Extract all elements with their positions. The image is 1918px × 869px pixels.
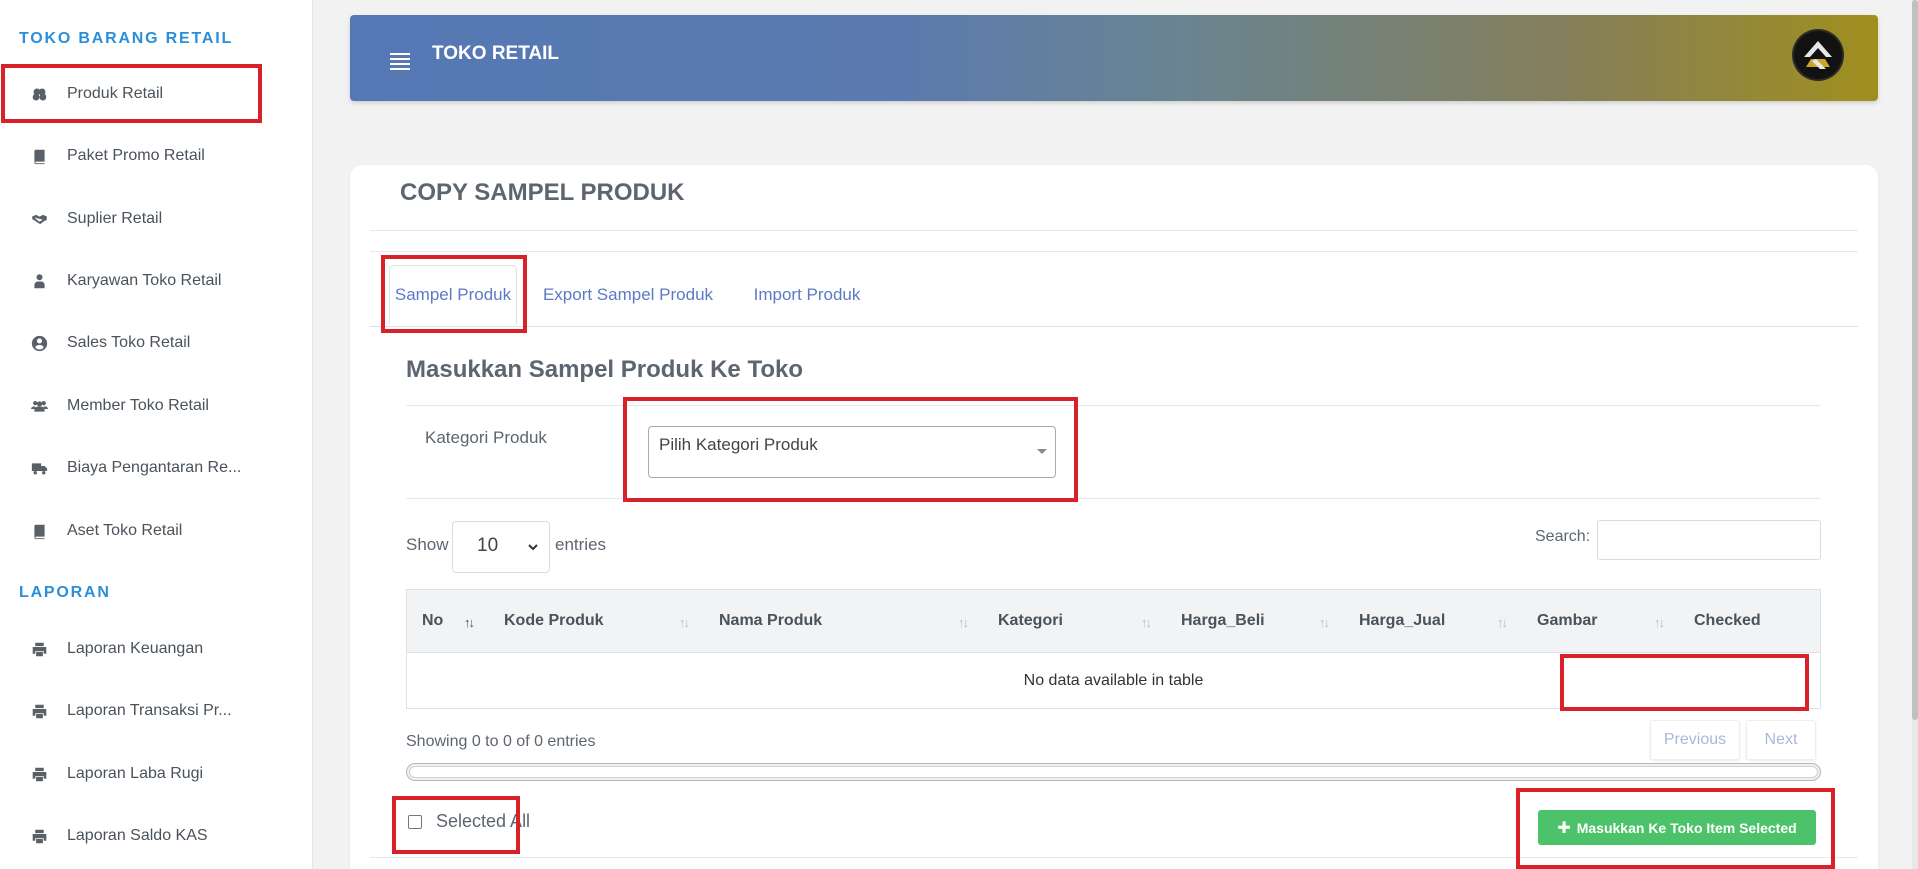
highlight-box (381, 255, 527, 333)
sidebar-item-aset[interactable]: Aset Toko Retail (0, 511, 313, 551)
app-title: TOKO RETAIL (432, 43, 560, 64)
chevron-down-icon (528, 544, 538, 551)
column-header-checked: Checked (1694, 612, 1761, 629)
tab-import-produk[interactable]: Import Produk (737, 265, 877, 325)
top-header: TOKO RETAIL (350, 15, 1878, 101)
sidebar: TOKO BARANG RETAIL Produk Retail Paket P… (0, 0, 313, 869)
print-icon (29, 764, 49, 784)
truck-icon (29, 458, 49, 478)
column-header-no[interactable]: No (422, 612, 443, 630)
column-header-gambar[interactable]: Gambar (1537, 612, 1597, 630)
sidebar-item-label: Laporan Transaksi Pr... (67, 702, 232, 719)
table-info: Showing 0 to 0 of 0 entries (406, 733, 596, 750)
sidebar-item-label: Laporan Laba Rugi (67, 765, 204, 782)
divider (370, 251, 1858, 252)
sidebar-item-laporan-transaksi[interactable]: Laporan Transaksi Pr... (0, 691, 313, 731)
sidebar-item-label: Suplier Retail (67, 210, 163, 227)
sidebar-item-label: Sales Toko Retail (67, 334, 191, 351)
sidebar-item-sales[interactable]: Sales Toko Retail (0, 323, 313, 363)
show-label: Show (406, 535, 449, 554)
sort-icon: ↑↓ (1141, 615, 1152, 630)
page-scrollbar[interactable] (1912, 0, 1918, 869)
print-icon (29, 701, 49, 721)
handshake-icon (29, 209, 49, 229)
entries-select[interactable]: 10 (452, 521, 550, 573)
menu-icon[interactable] (390, 53, 410, 73)
divider (406, 405, 1821, 406)
column-header-harga-beli[interactable]: Harga_Beli (1181, 612, 1265, 630)
kategori-label: Kategori Produk (425, 428, 547, 447)
entries-select-value: 10 (477, 535, 499, 556)
divider (370, 230, 1858, 231)
tab-export-sampel-produk[interactable]: Export Sampel Produk (533, 265, 723, 325)
entries-label: entries (555, 535, 607, 554)
sidebar-item-laporan-saldo-kas[interactable]: Laporan Saldo KAS (0, 816, 313, 856)
highlight-box (623, 397, 1078, 502)
sidebar-item-label: Karyawan Toko Retail (67, 272, 222, 289)
section-title: Masukkan Sampel Produk Ke Toko (406, 356, 803, 383)
sidebar-item-laporan-laba-rugi[interactable]: Laporan Laba Rugi (0, 754, 313, 794)
column-header-kategori[interactable]: Kategori (998, 612, 1063, 630)
sidebar-item-suplier[interactable]: Suplier Retail (0, 199, 313, 239)
sidebar-item-paket-promo[interactable]: Paket Promo Retail (0, 136, 313, 176)
sidebar-item-laporan-keuangan[interactable]: Laporan Keuangan (0, 629, 313, 669)
sidebar-item-label: Paket Promo Retail (67, 147, 205, 164)
divider (406, 498, 1821, 499)
scrollbar-thumb[interactable] (409, 766, 1818, 778)
sort-icon: ↑↓ (679, 615, 690, 630)
sidebar-section-title: LAPORAN (19, 584, 111, 601)
user-tie-icon (29, 271, 49, 291)
previous-button[interactable]: Previous (1650, 720, 1740, 760)
sidebar-item-label: Aset Toko Retail (67, 522, 183, 539)
sidebar-item-label: Laporan Keuangan (67, 640, 204, 657)
highlight-box (1, 64, 262, 123)
sort-icon: ↑↓ (1654, 615, 1665, 630)
sort-icon: ↑↓ (1497, 615, 1508, 630)
page-scrollbar-thumb[interactable] (1912, 0, 1918, 720)
print-icon (29, 826, 49, 846)
sort-asc-icon: ↑↓ (464, 615, 475, 630)
print-icon (29, 639, 49, 659)
highlight-box (1560, 654, 1809, 711)
sidebar-item-karyawan[interactable]: Karyawan Toko Retail (0, 261, 313, 301)
book-icon (29, 146, 49, 166)
table-scrollbar[interactable] (406, 763, 1821, 781)
search-label: Search: (1535, 528, 1591, 545)
avatar[interactable] (1794, 31, 1842, 79)
sort-icon: ↑↓ (958, 615, 969, 630)
book-icon (29, 521, 49, 541)
sidebar-section-title: TOKO BARANG RETAIL (19, 30, 234, 47)
sidebar-item-label: Laporan Saldo KAS (67, 827, 208, 844)
tab-divider (370, 326, 1858, 327)
sidebar-item-label: Member Toko Retail (67, 397, 209, 414)
main-card: COPY SAMPEL PRODUK Sampel Produk Export … (350, 165, 1878, 869)
table-header: No ↑↓ Kode Produk ↑↓ Nama Produk ↑↓ Kate… (407, 590, 1820, 653)
sidebar-item-biaya-pengantaran[interactable]: Biaya Pengantaran Re... (0, 448, 313, 488)
sort-icon: ↑↓ (1319, 615, 1330, 630)
search-input[interactable] (1597, 520, 1821, 560)
highlight-box (1516, 788, 1835, 869)
highlight-box (392, 796, 520, 854)
sidebar-item-label: Biaya Pengantaran Re... (67, 459, 242, 476)
user-circle-icon (29, 333, 49, 353)
column-header-kode-produk[interactable]: Kode Produk (504, 612, 604, 630)
sidebar-item-member[interactable]: Member Toko Retail (0, 386, 313, 426)
column-header-harga-jual[interactable]: Harga_Jual (1359, 612, 1445, 630)
column-header-nama-produk[interactable]: Nama Produk (719, 612, 822, 630)
logo-icon (1800, 37, 1836, 73)
page-title: COPY SAMPEL PRODUK (400, 179, 685, 206)
next-button[interactable]: Next (1746, 720, 1816, 760)
users-icon (29, 396, 49, 416)
